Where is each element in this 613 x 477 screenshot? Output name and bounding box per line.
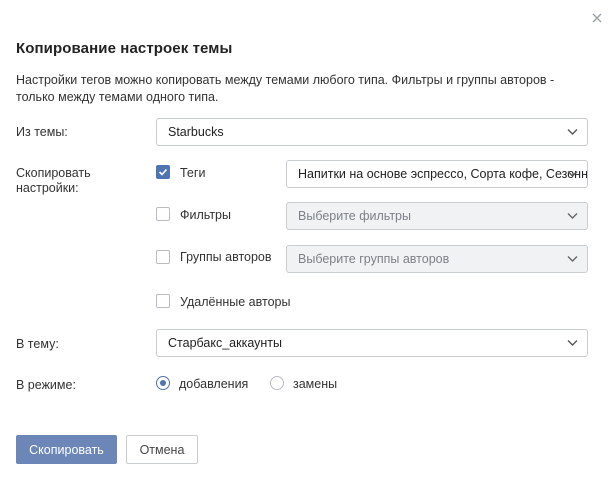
target-topic-select[interactable]: Старбакс_аккаунты [156,329,588,357]
mode-replace-label[interactable]: замены [293,377,337,392]
deleted-authors-label[interactable]: Удалённые авторы [180,295,290,310]
copy-button[interactable]: Скопировать [16,435,117,464]
mode-replace-radio[interactable] [270,376,284,390]
target-topic-value: Старбакс_аккаунты [168,336,282,350]
author-groups-placeholder: Выберите группы авторов [298,252,450,266]
filters-placeholder: Выберите фильтры [298,209,411,223]
source-topic-select[interactable]: Starbucks [156,118,588,146]
author-groups-label[interactable]: Группы авторов [180,250,272,265]
filters-label[interactable]: Фильтры [180,208,231,223]
tags-select[interactable]: Напитки на основе эспрессо, Сорта кофе, … [286,160,588,188]
chevron-down-icon [567,256,578,262]
author-groups-select[interactable]: Выберите группы авторов [286,245,588,273]
mode-append-radio[interactable] [156,376,170,390]
checkmark-icon [158,168,168,176]
tags-value: Напитки на основе эспрессо, Сорта кофе, … [298,167,587,181]
tags-checkbox[interactable] [156,165,170,179]
cancel-button[interactable]: Отмена [126,435,198,464]
filters-checkbox[interactable] [156,207,170,221]
deleted-authors-checkbox[interactable] [156,294,170,308]
mode-label: В режиме: [16,378,76,392]
tags-label[interactable]: Теги [180,166,205,181]
target-topic-label: В тему: [16,337,59,351]
chevron-down-icon [567,340,578,346]
source-topic-value: Starbucks [168,125,224,139]
mode-append-label[interactable]: добавления [179,377,248,392]
chevron-down-icon [567,129,578,135]
chevron-down-icon [567,213,578,219]
source-topic-label: Из темы: [16,125,68,139]
dialog-title: Копирование настроек темы [16,40,233,57]
dialog-description: Настройки тегов можно копировать между т… [16,73,555,104]
close-icon[interactable] [590,11,604,25]
chevron-down-icon [567,171,578,177]
author-groups-checkbox[interactable] [156,250,170,264]
copy-settings-label: Скопировать настройки: [16,166,91,195]
filters-select[interactable]: Выберите фильтры [286,202,588,230]
